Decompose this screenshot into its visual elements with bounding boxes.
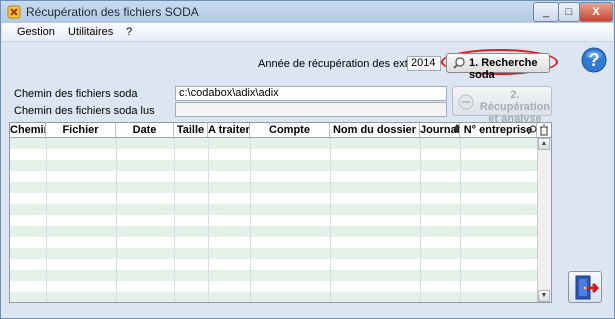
- menu-help[interactable]: ?: [126, 26, 132, 38]
- read-path-input[interactable]: [175, 102, 447, 117]
- col-num-entreprise[interactable]: N° entreprise: [460, 123, 537, 137]
- column-divider: [420, 138, 421, 302]
- exit-door-icon: [575, 275, 599, 300]
- app-window: Récupération des fichiers SODA _ □ X Ges…: [0, 0, 615, 319]
- column-divider: [208, 138, 209, 302]
- scroll-up-button[interactable]: ▲: [538, 138, 550, 150]
- column-divider: [250, 138, 251, 302]
- column-divider: [330, 138, 331, 302]
- path-input[interactable]: [175, 86, 447, 101]
- table-row[interactable]: [10, 160, 537, 171]
- table-body: [10, 138, 537, 302]
- title-bar: Récupération des fichiers SODA _ □ X: [1, 1, 614, 23]
- search-soda-button[interactable]: 1. Recherche soda: [446, 53, 550, 81]
- col-chemin[interactable]: Chemin: [10, 123, 46, 137]
- table-row[interactable]: [10, 248, 537, 259]
- window-title: Récupération des fichiers SODA: [26, 5, 199, 19]
- table-row[interactable]: [10, 281, 537, 292]
- table-row[interactable]: [10, 138, 537, 149]
- help-icon[interactable]: ?: [581, 47, 607, 73]
- col-fichier[interactable]: Fichier: [46, 123, 116, 137]
- app-icon: [7, 5, 21, 19]
- menu-gestion[interactable]: Gestion: [17, 26, 55, 38]
- col-a-traiter[interactable]: A traiter: [208, 123, 250, 137]
- read-path-label: Chemin des fichiers soda lus: [14, 105, 155, 117]
- search-soda-label: 1. Recherche soda: [469, 57, 538, 81]
- menu-utilitaires[interactable]: Utilitaires: [68, 26, 113, 38]
- scroll-down-button[interactable]: ▼: [538, 290, 550, 302]
- table-row[interactable]: [10, 259, 537, 270]
- table-row[interactable]: [10, 292, 537, 302]
- column-divider: [46, 138, 47, 302]
- col-date[interactable]: Date: [116, 123, 174, 137]
- table-row[interactable]: [10, 182, 537, 193]
- search-icon: [453, 57, 465, 69]
- column-divider: [116, 138, 117, 302]
- exit-button[interactable]: [568, 271, 602, 303]
- menu-bar: Gestion Utilitaires ?: [2, 23, 613, 42]
- search-column-icon[interactable]: [528, 125, 537, 135]
- table-row[interactable]: [10, 237, 537, 248]
- close-button[interactable]: X: [579, 2, 613, 22]
- table-row[interactable]: [10, 226, 537, 237]
- minimize-button[interactable]: _: [533, 2, 559, 22]
- year-label: Année de récupération des extraits: [258, 58, 429, 70]
- path-label: Chemin des fichiers soda: [14, 88, 138, 100]
- recup-analyse-button[interactable]: 2. Récupération et analyse: [452, 86, 552, 125]
- table-row[interactable]: [10, 149, 537, 160]
- column-divider: [460, 138, 461, 302]
- maximize-button[interactable]: □: [558, 2, 580, 22]
- col-compte[interactable]: Compte: [250, 123, 330, 137]
- table-header: Chemin Fichier Date Taille A traiter Com…: [10, 123, 551, 138]
- col-taille[interactable]: Taille: [174, 123, 208, 137]
- vertical-scrollbar[interactable]: ▲ ▼: [537, 138, 551, 302]
- table-row[interactable]: [10, 171, 537, 182]
- files-table[interactable]: Chemin Fichier Date Taille A traiter Com…: [9, 122, 552, 303]
- table-row[interactable]: [10, 204, 537, 215]
- col-nom-dossier[interactable]: Nom du dossier: [330, 123, 420, 137]
- year-input[interactable]: [407, 56, 441, 71]
- column-divider: [174, 138, 175, 302]
- delete-icon[interactable]: [538, 124, 550, 136]
- table-row[interactable]: [10, 215, 537, 226]
- svg-text:?: ?: [589, 50, 600, 70]
- sort-icon[interactable]: [454, 124, 460, 132]
- table-row[interactable]: [10, 193, 537, 204]
- recup-icon: [458, 94, 474, 110]
- table-row[interactable]: [10, 270, 537, 281]
- recup-label-1: 2. Récupération: [479, 89, 551, 113]
